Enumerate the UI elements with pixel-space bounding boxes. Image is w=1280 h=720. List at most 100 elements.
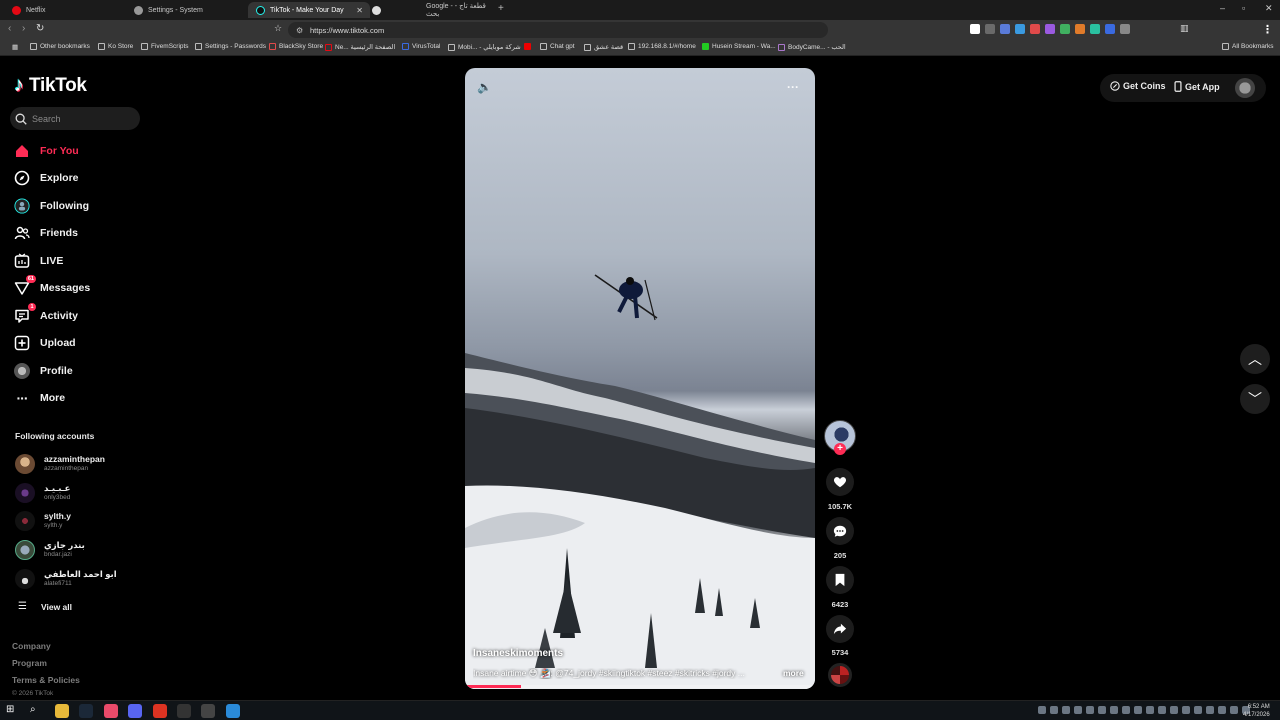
extension-icon[interactable]: [1090, 24, 1100, 34]
nav-messages[interactable]: 61 Messages: [14, 275, 90, 299]
previous-video-button[interactable]: ︿: [1240, 344, 1270, 374]
get-coins-button[interactable]: Get Coins: [1110, 81, 1166, 91]
user-avatar[interactable]: [1235, 78, 1255, 98]
nav-upload[interactable]: Upload: [14, 332, 76, 354]
tray-icon[interactable]: [1086, 706, 1094, 714]
steam-icon[interactable]: [79, 704, 93, 718]
extension-icon[interactable]: [985, 24, 995, 34]
video-author[interactable]: Insaneskimoments: [473, 648, 563, 659]
tab-settings[interactable]: Settings - System: [126, 2, 246, 18]
extension-icon[interactable]: [1105, 24, 1115, 34]
back-button[interactable]: ‹: [8, 23, 11, 34]
tray-icon[interactable]: [1182, 706, 1190, 714]
get-app-button[interactable]: Get App: [1174, 81, 1220, 92]
maximize-button[interactable]: ▫: [1242, 3, 1245, 13]
extension-icon[interactable]: [1045, 24, 1055, 34]
file-explorer-icon[interactable]: [55, 704, 69, 718]
nav-following[interactable]: Following: [14, 195, 89, 217]
tab-google-search[interactable]: Google - قطعة تاج - بحث: [418, 2, 494, 18]
save-button[interactable]: [826, 566, 854, 594]
app-icon[interactable]: [177, 704, 191, 718]
bookmark-item[interactable]: BlackSky Store: [269, 43, 323, 50]
bookmark-item[interactable]: Husein Stream - Wa...: [702, 43, 776, 50]
extension-icon[interactable]: [1030, 24, 1040, 34]
bookmark-item[interactable]: Settings - Passwords: [195, 43, 266, 50]
puzzle-icon[interactable]: [1120, 24, 1130, 34]
tray-icon[interactable]: [1074, 706, 1082, 714]
bookmark-item[interactable]: قصة عشق: [584, 43, 623, 51]
volume-icon[interactable]: 🔈: [477, 80, 492, 94]
video-player[interactable]: 🔈 ··· Insaneskimoments Insane airtime 😳 …: [465, 68, 815, 689]
extension-icon[interactable]: [970, 24, 980, 34]
apps-icon[interactable]: ▦: [12, 43, 18, 51]
bookmark-item[interactable]: Other bookmarks: [30, 43, 90, 50]
nav-explore[interactable]: Explore: [14, 167, 79, 189]
forward-button[interactable]: ›: [22, 23, 25, 34]
tray-icon[interactable]: [1158, 706, 1166, 714]
nav-more[interactable]: ··· More: [14, 387, 66, 409]
discord-icon[interactable]: [128, 704, 142, 718]
all-bookmarks[interactable]: All Bookmarks: [1222, 43, 1274, 50]
tiktok-logo[interactable]: ♪ TikTok: [14, 74, 87, 97]
share-button[interactable]: [826, 615, 854, 643]
video-progress-bar[interactable]: [465, 685, 815, 688]
minimize-button[interactable]: –: [1220, 3, 1225, 13]
music-disc-icon[interactable]: [828, 663, 852, 687]
following-account[interactable]: بندر جازي bndar.jazi: [15, 538, 85, 562]
bookmark-item[interactable]: BodyCame... - الحب: [778, 43, 846, 51]
sidebar-icon[interactable]: ▥: [1180, 23, 1189, 34]
following-account[interactable]: ابو احمد العاطفي alatefi711: [15, 567, 117, 591]
bookmark-item[interactable]: 192.168.8.1/#/home: [628, 43, 696, 50]
browser-app-icon[interactable]: [104, 704, 118, 718]
nav-profile[interactable]: Profile: [14, 360, 73, 382]
following-account[interactable]: sylth.y sylth.y: [15, 509, 71, 533]
bookmark-item[interactable]: Mobi... - شركة موبايلي: [448, 43, 521, 51]
app-icon[interactable]: [153, 704, 167, 718]
window-close-button[interactable]: ✕: [1265, 3, 1273, 14]
app-icon[interactable]: [201, 704, 215, 718]
nav-activity[interactable]: 1 Activity: [14, 303, 78, 327]
tab-netflix[interactable]: Netflix: [4, 2, 124, 18]
tray-icon[interactable]: [1062, 706, 1070, 714]
nav-live[interactable]: LIVE: [14, 250, 63, 272]
bookmark-item[interactable]: Chat gpt: [540, 43, 575, 50]
more-options-icon[interactable]: ···: [787, 80, 799, 94]
search-input[interactable]: [32, 113, 132, 124]
search-icon[interactable]: ⌕: [30, 704, 44, 718]
tray-icon[interactable]: [1230, 706, 1238, 714]
new-tab-button[interactable]: +: [498, 3, 504, 14]
tray-icon[interactable]: [1098, 706, 1106, 714]
footer-link-terms[interactable]: Terms & Policies: [12, 675, 80, 685]
nav-for-you[interactable]: For You: [14, 140, 79, 162]
extension-icon[interactable]: [1075, 24, 1085, 34]
taskbar-clock[interactable]: 6:52 AM 4/17/2026: [1243, 703, 1270, 719]
footer-link-program[interactable]: Program: [12, 658, 47, 668]
tray-icon[interactable]: [1170, 706, 1178, 714]
footer-link-company[interactable]: Company: [12, 641, 51, 651]
tray-icon[interactable]: [1038, 706, 1046, 714]
tray-icon[interactable]: [1194, 706, 1202, 714]
tray-icon[interactable]: [1050, 706, 1058, 714]
tab-loading[interactable]: [372, 2, 382, 18]
view-all-button[interactable]: ☰ View all: [18, 601, 72, 612]
close-icon[interactable]: ✕: [356, 6, 363, 15]
start-icon[interactable]: ⊞: [6, 704, 20, 718]
follow-button[interactable]: +: [834, 443, 846, 455]
tray-icon[interactable]: [1146, 706, 1154, 714]
tray-icon[interactable]: [1122, 706, 1130, 714]
caption-more-button[interactable]: more: [783, 668, 804, 678]
following-account[interactable]: عـبـيـد only3bed: [15, 481, 70, 505]
bookmark-item[interactable]: Ne... الصفحة الرئيسية: [325, 43, 395, 51]
extension-icon[interactable]: [1000, 24, 1010, 34]
tray-icon[interactable]: [1134, 706, 1142, 714]
url-field[interactable]: ⚙ https://www.tiktok.com: [288, 22, 828, 38]
site-info-icon[interactable]: ⚙: [296, 26, 303, 35]
tray-icon[interactable]: [1110, 706, 1118, 714]
tab-tiktok[interactable]: TikTok - Make Your Day ✕: [248, 2, 370, 18]
bookmark-star-icon[interactable]: ☆: [274, 23, 282, 34]
next-video-button[interactable]: ﹀: [1240, 384, 1270, 414]
comment-button[interactable]: [826, 517, 854, 545]
like-button[interactable]: [826, 468, 854, 496]
bookmark-item[interactable]: FivemScripts: [141, 43, 189, 50]
extension-icon[interactable]: [1015, 24, 1025, 34]
